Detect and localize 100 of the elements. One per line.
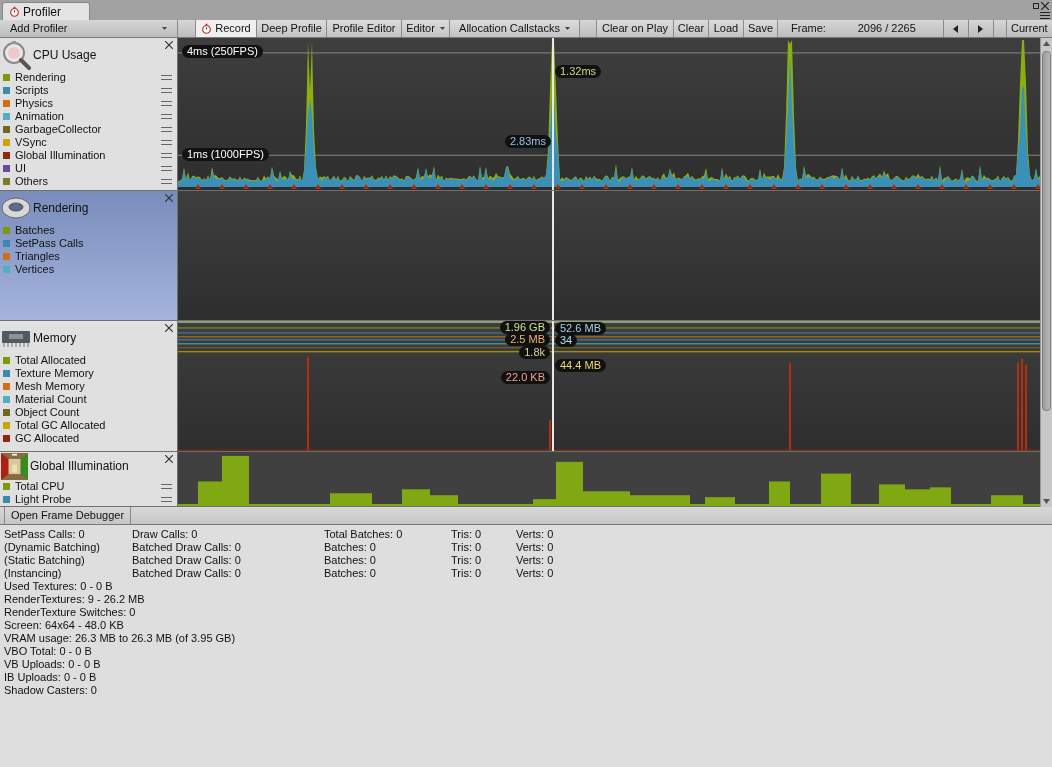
- drag-handle-icon[interactable]: [161, 166, 172, 171]
- legend-swatch[interactable]: [3, 435, 10, 442]
- stopwatch-icon: [9, 6, 20, 17]
- legend-swatch[interactable]: [3, 74, 10, 81]
- stat-text: Batched Draw Calls: 0: [132, 541, 242, 554]
- drag-handle-icon[interactable]: [161, 75, 172, 80]
- chart-value-label: 4ms (250FPS): [182, 45, 263, 58]
- add-profiler-dropdown[interactable]: Add Profiler: [0, 20, 178, 37]
- toolbar-button[interactable]: Allocation Callstacks: [450, 20, 580, 37]
- close-icon[interactable]: [1041, 2, 1049, 10]
- legend-swatch[interactable]: [3, 126, 10, 133]
- drag-handle-icon[interactable]: [161, 127, 172, 132]
- toolbar-button[interactable]: Load: [709, 20, 744, 37]
- close-icon[interactable]: [165, 41, 173, 49]
- profiler-module-panel[interactable]: CPU Usage Rendering Scripts Physics Animation GarbageCollector VSync Global Illumination UI Others: [0, 38, 178, 190]
- legend-swatch[interactable]: [3, 422, 10, 429]
- stat-text: (Dynamic Batching): [4, 541, 101, 554]
- legend-label: Animation: [15, 110, 65, 123]
- legend-swatch[interactable]: [3, 253, 10, 260]
- close-icon[interactable]: [165, 455, 173, 463]
- scrollbar-track[interactable]: [1040, 38, 1052, 507]
- maximize-icon[interactable]: [1033, 3, 1039, 9]
- stat-text: (Instancing): [4, 567, 63, 580]
- legend-swatch[interactable]: [3, 87, 10, 94]
- torus-icon: [1, 195, 31, 220]
- window-tab[interactable]: Profiler: [2, 2, 90, 20]
- left-arrow-icon: [953, 24, 959, 33]
- close-icon[interactable]: [165, 324, 173, 332]
- toolbar-button[interactable]: Save: [744, 20, 778, 37]
- chart-value-label: 1.32ms: [555, 65, 602, 78]
- stopwatch-icon: [201, 23, 213, 34]
- stat-text: (Static Batching): [4, 554, 86, 567]
- chart-bar: [769, 481, 790, 506]
- profiler-module-panel[interactable]: Rendering Batches SetPass Calls Triangles Vertices: [0, 191, 178, 320]
- scrollbar-thumb[interactable]: [1042, 51, 1051, 411]
- stat-text: Screen: 64x64 - 48.0 KB: [4, 619, 125, 632]
- legend-label: Batches: [15, 224, 56, 237]
- legend-label: Physics: [15, 97, 54, 110]
- legend-swatch[interactable]: [3, 496, 10, 503]
- drag-handle-icon[interactable]: [161, 88, 172, 93]
- stat-text: Tris: 0: [451, 554, 483, 567]
- stat-text: Total Batches: 0: [324, 528, 404, 541]
- dropdown-caret-icon: [439, 27, 445, 30]
- toolbar-button[interactable]: Record: [196, 20, 257, 37]
- legend-label: Scripts: [15, 84, 50, 97]
- stat-text: Batched Draw Calls: 0: [132, 554, 242, 567]
- legend-swatch[interactable]: [3, 266, 10, 273]
- legend-swatch[interactable]: [3, 383, 10, 390]
- legend-swatch[interactable]: [3, 113, 10, 120]
- current-frame-button[interactable]: Current: [1005, 20, 1052, 37]
- module-title: Memory: [33, 329, 77, 347]
- legend-swatch[interactable]: [3, 165, 10, 172]
- legend-swatch[interactable]: [3, 409, 10, 416]
- right-arrow-icon: [978, 24, 984, 33]
- chart-value-label: 2.5 MB: [505, 333, 550, 346]
- menu-icon[interactable]: [1040, 12, 1050, 19]
- legend-label: Material Count: [15, 393, 88, 406]
- scroll-up-icon[interactable]: [1043, 41, 1050, 46]
- toolbar-button[interactable]: Editor: [402, 20, 450, 37]
- legend-swatch[interactable]: [3, 483, 10, 490]
- drag-handle-icon[interactable]: [161, 179, 172, 184]
- stat-text: Batched Draw Calls: 0: [132, 567, 242, 580]
- stat-text: SetPass Calls: 0: [4, 528, 86, 541]
- legend-swatch[interactable]: [3, 396, 10, 403]
- drag-handle-icon[interactable]: [161, 101, 172, 106]
- legend-swatch[interactable]: [3, 152, 10, 159]
- legend-swatch[interactable]: [3, 100, 10, 107]
- legend-label: Vertices: [15, 263, 56, 276]
- tab-title: Profiler: [23, 3, 61, 21]
- legend-swatch[interactable]: [3, 227, 10, 234]
- chart-value-label: 44.4 MB: [555, 359, 606, 372]
- legend-swatch[interactable]: [3, 139, 10, 146]
- module-title: Global Illumination: [30, 458, 129, 475]
- close-icon[interactable]: [165, 194, 173, 202]
- drag-handle-icon[interactable]: [161, 497, 172, 502]
- legend-swatch[interactable]: [3, 178, 10, 185]
- toolbar-button[interactable]: Clear: [674, 20, 709, 37]
- toolbar-button[interactable]: Deep Profile: [257, 20, 327, 37]
- stat-text: Tris: 0: [451, 567, 483, 580]
- scroll-down-icon[interactable]: [1043, 499, 1050, 504]
- toolbar-button[interactable]: Clear on Play: [596, 20, 674, 37]
- legend-label: Others: [15, 175, 49, 188]
- legend-swatch[interactable]: [3, 370, 10, 377]
- drag-handle-icon[interactable]: [161, 153, 172, 158]
- legend-label: Rendering: [15, 71, 67, 84]
- legend-swatch[interactable]: [3, 240, 10, 247]
- previous-frame-button[interactable]: [942, 20, 969, 37]
- dropdown-caret-icon: [564, 27, 570, 30]
- toolbar-button[interactable]: Profile Editor: [327, 20, 402, 37]
- legend-label: Object Count: [15, 406, 81, 419]
- stat-text: Shadow Casters: 0: [4, 684, 98, 697]
- stat-text: Verts: 0: [516, 554, 555, 567]
- legend-label: Light Probe: [15, 493, 73, 506]
- drag-handle-icon[interactable]: [161, 114, 172, 119]
- legend-swatch[interactable]: [3, 357, 10, 364]
- drag-handle-icon[interactable]: [161, 140, 172, 145]
- open-frame-debugger-button[interactable]: Open Frame Debugger: [4, 507, 132, 524]
- profiler-module-panel[interactable]: Memory Total Allocated Texture Memory Mesh Memory Material Count Object Count Total GC Allocated GC Allocated: [0, 321, 178, 451]
- drag-handle-icon[interactable]: [161, 484, 172, 489]
- profiler-module-panel[interactable]: Global Illumination Total CPU Light Probe: [0, 452, 178, 506]
